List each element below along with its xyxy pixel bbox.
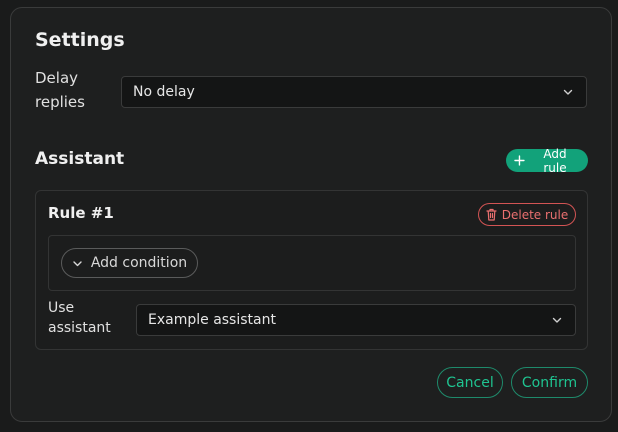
assistant-select[interactable]: Example assistant: [136, 304, 576, 336]
delay-replies-label: Delay replies: [35, 69, 85, 111]
chevron-down-icon: [563, 89, 573, 95]
use-assistant-label: Use assistant: [48, 300, 111, 336]
add-condition-button[interactable]: Add condition: [61, 248, 198, 278]
rule-title: Rule #1: [48, 204, 114, 222]
conditions-container: Add condition: [48, 235, 576, 291]
delete-rule-button[interactable]: Delete rule: [478, 203, 576, 226]
add-rule-button[interactable]: Add rule: [506, 146, 588, 175]
trash-icon: [486, 208, 497, 221]
add-condition-label: Add condition: [90, 255, 188, 271]
settings-dialog: Settings Delay replies No delay Assistan…: [10, 7, 612, 422]
rule-card: Rule #1 Delete rule Add condition Use as…: [35, 190, 588, 350]
assistant-select-value: Example assistant: [148, 312, 276, 328]
delay-replies-select[interactable]: No delay: [121, 76, 587, 108]
plus-icon: [514, 155, 525, 166]
delay-replies-value: No delay: [133, 84, 195, 100]
chevron-down-icon: [73, 260, 82, 266]
dialog-title: Settings: [35, 29, 125, 51]
cancel-button[interactable]: Cancel: [437, 367, 503, 398]
confirm-button[interactable]: Confirm: [511, 367, 588, 398]
add-rule-label: Add rule: [543, 146, 567, 175]
chevron-down-icon: [552, 317, 562, 323]
delete-rule-label: Delete rule: [501, 207, 569, 222]
assistant-section-title: Assistant: [35, 149, 125, 169]
